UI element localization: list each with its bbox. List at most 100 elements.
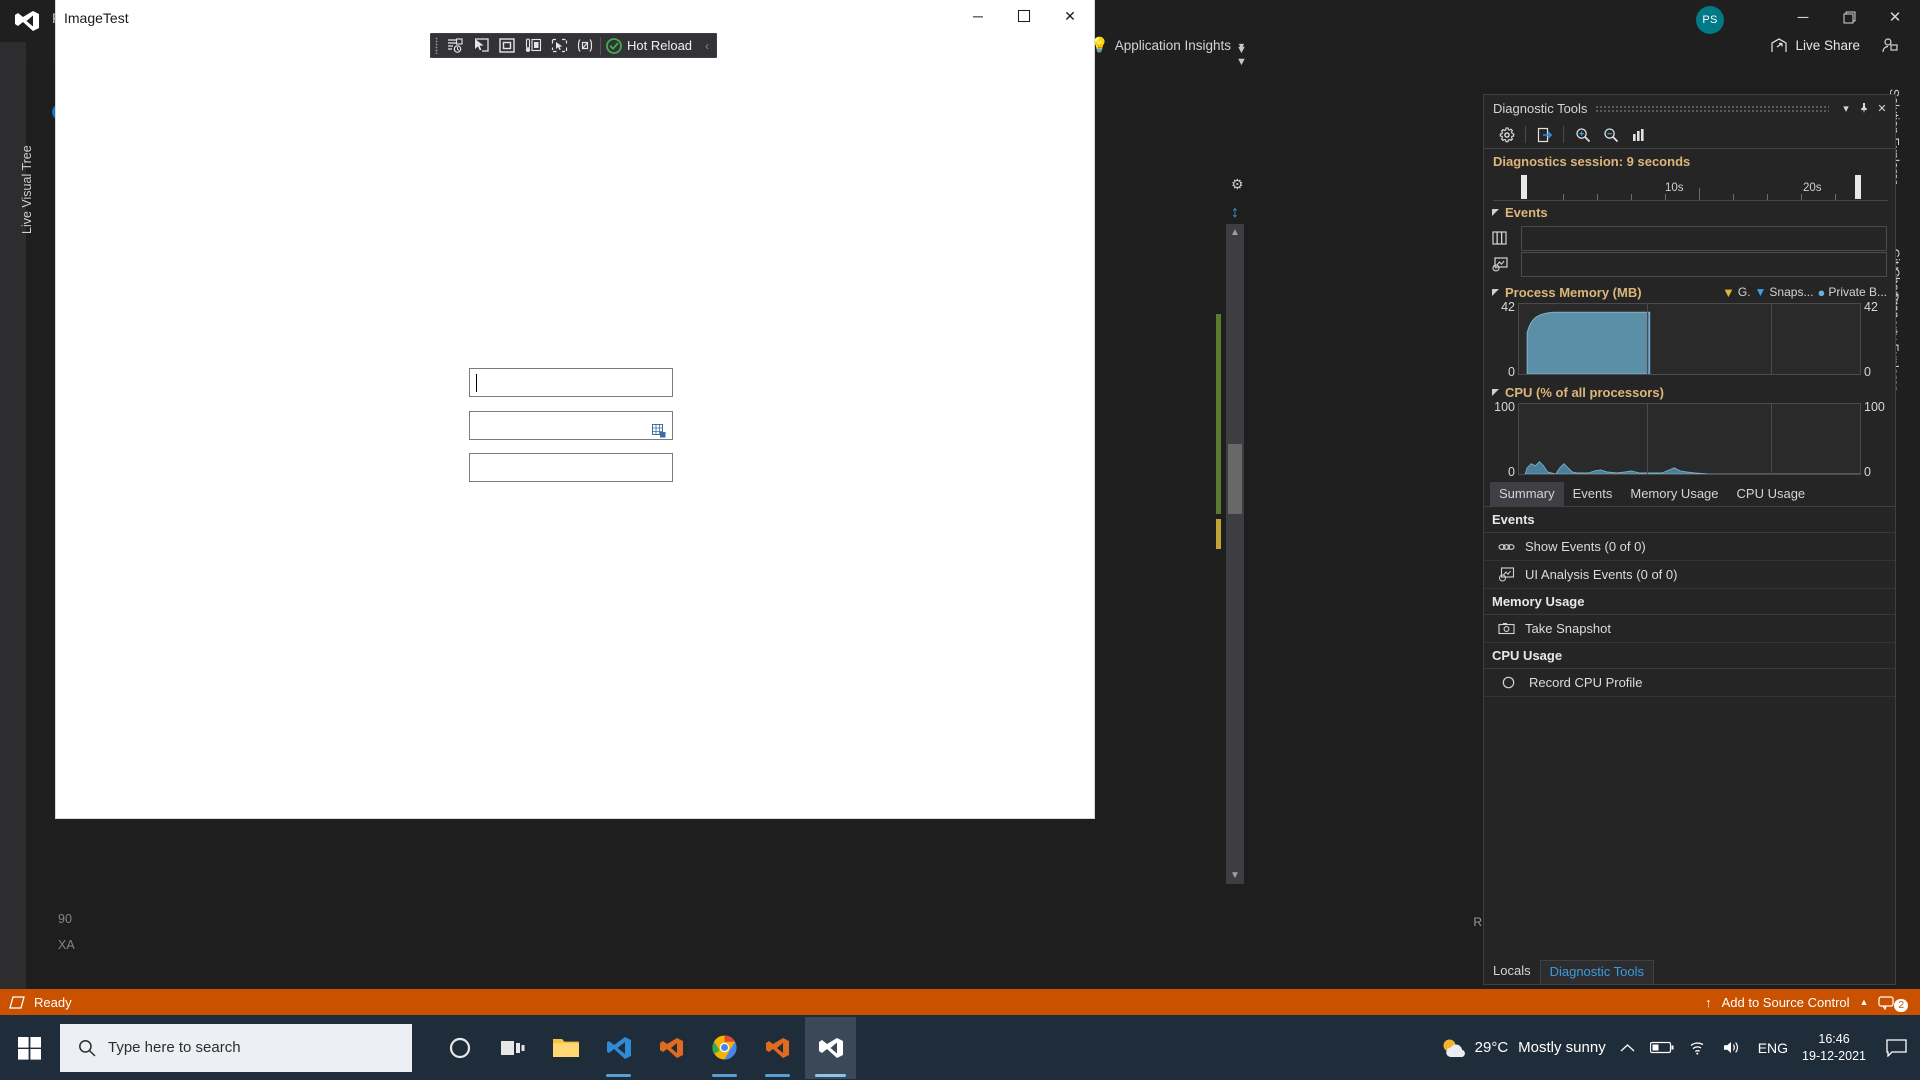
wifi-icon[interactable]: [1689, 1041, 1708, 1055]
editor-split-view-icon[interactable]: ↕: [1231, 204, 1239, 222]
language-indicator[interactable]: ENG: [1758, 1040, 1788, 1056]
process-memory-graph[interactable]: 42 0 42 0: [1484, 300, 1895, 379]
events-track[interactable]: [1521, 225, 1887, 251]
memory-y-max-right: 42: [1864, 300, 1878, 314]
right-tool-rail[interactable]: Solution Explorer Git Changes Live Prope…: [1887, 80, 1920, 985]
task-view-icon[interactable]: [487, 1017, 538, 1079]
xaml-binding-failures-icon[interactable]: [572, 34, 598, 57]
show-hidden-icons-icon[interactable]: [1620, 1043, 1635, 1053]
zoom-in-icon[interactable]: [1569, 123, 1596, 147]
process-memory-section-header[interactable]: Process Memory (MB) ▼ G. ▼ Snaps... ● Pr…: [1484, 281, 1895, 303]
vs-close-button[interactable]: ✕: [1872, 0, 1918, 34]
account-avatar[interactable]: PS: [1696, 6, 1724, 34]
export-icon[interactable]: [1531, 123, 1558, 147]
chevron-up-icon[interactable]: ▲: [1860, 997, 1869, 1007]
action-center-icon[interactable]: [1880, 1038, 1912, 1057]
drag-grip-icon[interactable]: [431, 34, 442, 57]
visual-studio-code-icon[interactable]: [593, 1017, 644, 1079]
panel-dropdown-icon[interactable]: ▾: [1837, 98, 1855, 118]
bottom-tab-diagnostic-tools[interactable]: Diagnostic Tools: [1539, 960, 1654, 984]
events-track-list: [1484, 223, 1895, 281]
settings-gear-icon[interactable]: [1493, 123, 1520, 147]
scrollbar-thumb[interactable]: [1228, 444, 1242, 514]
bottom-tab-locals[interactable]: Locals: [1484, 960, 1540, 984]
go-to-live-visual-tree-icon[interactable]: [442, 34, 468, 57]
tab-cpu-usage[interactable]: CPU Usage: [1728, 482, 1815, 506]
cpu-graph[interactable]: 100 0 100 0: [1484, 400, 1895, 479]
collapse-triangle-icon[interactable]: [1492, 388, 1499, 396]
track-focused-element-icon[interactable]: [520, 34, 546, 57]
events-section-header[interactable]: Events: [1484, 201, 1895, 223]
visual-studio-logo-icon: [10, 6, 44, 36]
ui-analysis-track[interactable]: [1521, 251, 1887, 277]
hot-reload-collapse-icon[interactable]: ‹: [698, 39, 716, 53]
select-element-icon[interactable]: [468, 34, 494, 57]
memory-plot-area[interactable]: [1518, 303, 1861, 375]
notifications-button[interactable]: 2: [1878, 993, 1908, 1012]
weather-widget[interactable]: 29°C Mostly sunny: [1441, 1037, 1606, 1059]
zoom-out-icon[interactable]: [1597, 123, 1624, 147]
panel-drag-dots[interactable]: [1595, 104, 1829, 112]
cortana-icon[interactable]: [434, 1017, 485, 1079]
show-events-label: Show Events (0 of 0): [1525, 539, 1646, 554]
google-chrome-icon[interactable]: [699, 1017, 750, 1079]
summary-content: Events Show Events (0 of 0) UI Analysis …: [1484, 507, 1895, 697]
manage-session-icon[interactable]: [1881, 37, 1898, 53]
textbox-2[interactable]: [469, 411, 673, 440]
vs-restore-button[interactable]: [1826, 0, 1872, 34]
display-layout-adorners-icon[interactable]: [494, 34, 520, 57]
volume-icon[interactable]: [1723, 1040, 1743, 1055]
app-maximize-button[interactable]: [1001, 0, 1047, 32]
cpu-plot-area[interactable]: [1518, 403, 1861, 475]
taskbar-clock[interactable]: 16:46 19-12-2021: [1802, 1031, 1866, 1065]
preview-selection-icon[interactable]: [546, 34, 572, 57]
live-share-button[interactable]: Live Share: [1771, 38, 1860, 53]
private-bytes-marker-icon: ●: [1817, 284, 1826, 300]
taskbar-right: 29°C Mostly sunny ENG 16:46 19-12-2021: [1441, 1031, 1920, 1065]
collapse-triangle-icon[interactable]: [1492, 208, 1499, 216]
scroll-down-arrow-icon[interactable]: ▼: [1230, 870, 1240, 881]
editor-settings-gear-icon[interactable]: ⚙: [1231, 176, 1244, 193]
summary-item-record-cpu-profile[interactable]: Record CPU Profile: [1484, 669, 1895, 697]
collapse-triangle-icon[interactable]: [1492, 288, 1499, 296]
ui-analysis-events-label: UI Analysis Events (0 of 0): [1525, 567, 1678, 582]
application-insights-dropdown[interactable]: 💡 Application Insights ▼: [1090, 38, 1246, 53]
tab-events[interactable]: Events: [1564, 482, 1622, 506]
reset-view-icon[interactable]: [1625, 123, 1652, 147]
app-close-button[interactable]: ✕: [1047, 0, 1093, 32]
add-to-source-control-button[interactable]: Add to Source Control: [1722, 995, 1850, 1010]
tab-summary[interactable]: Summary: [1490, 482, 1564, 506]
scroll-up-arrow-icon[interactable]: ▲: [1230, 227, 1240, 238]
toolbar-overflow-icon[interactable]: ▼ ▼: [1236, 44, 1247, 68]
visual-studio-installer-icon[interactable]: [646, 1017, 697, 1079]
battery-icon[interactable]: [1649, 1041, 1674, 1054]
cpu-section-header[interactable]: CPU (% of all processors): [1484, 381, 1895, 403]
panel-pin-icon[interactable]: [1855, 98, 1873, 118]
tab-memory-usage[interactable]: Memory Usage: [1621, 482, 1727, 506]
timeline-start-handle[interactable]: [1521, 175, 1527, 199]
summary-item-show-events[interactable]: Show Events (0 of 0): [1484, 533, 1895, 561]
cpu-y-max-right: 100: [1864, 400, 1885, 414]
textbox-1[interactable]: [469, 368, 673, 397]
left-tool-rail[interactable]: Live Visual Tree: [0, 34, 34, 989]
taskbar-pinned-apps: [434, 1016, 856, 1079]
visual-studio-icon[interactable]: [752, 1017, 803, 1079]
imagetest-app-icon[interactable]: [805, 1016, 856, 1079]
windows-start-icon[interactable]: [0, 1015, 60, 1080]
summary-item-ui-analysis-events[interactable]: UI Analysis Events (0 of 0): [1484, 561, 1895, 589]
diagnostics-timeline-ruler[interactable]: 10s 20s: [1493, 173, 1888, 201]
hot-reload-status[interactable]: Hot Reload: [603, 37, 698, 54]
app-minimize-button[interactable]: ─: [955, 0, 1001, 32]
rail-item-live-visual-tree[interactable]: Live Visual Tree: [20, 145, 34, 234]
timeline-end-handle[interactable]: [1855, 175, 1861, 199]
grid-glyph-icon[interactable]: [652, 424, 666, 438]
search-input[interactable]: Type here to search: [60, 1023, 412, 1072]
editor-vertical-scrollbar[interactable]: ▲ ▼: [1226, 224, 1244, 884]
file-explorer-icon[interactable]: [540, 1017, 591, 1079]
summary-item-take-snapshot[interactable]: Take Snapshot: [1484, 615, 1895, 643]
vs-minimize-button[interactable]: ─: [1780, 0, 1826, 34]
source-control-arrow-icon[interactable]: ↑: [1705, 995, 1712, 1010]
editor-xa-text: XA: [58, 938, 75, 952]
panel-close-icon[interactable]: ✕: [1873, 98, 1891, 118]
textbox-3[interactable]: [469, 453, 673, 482]
